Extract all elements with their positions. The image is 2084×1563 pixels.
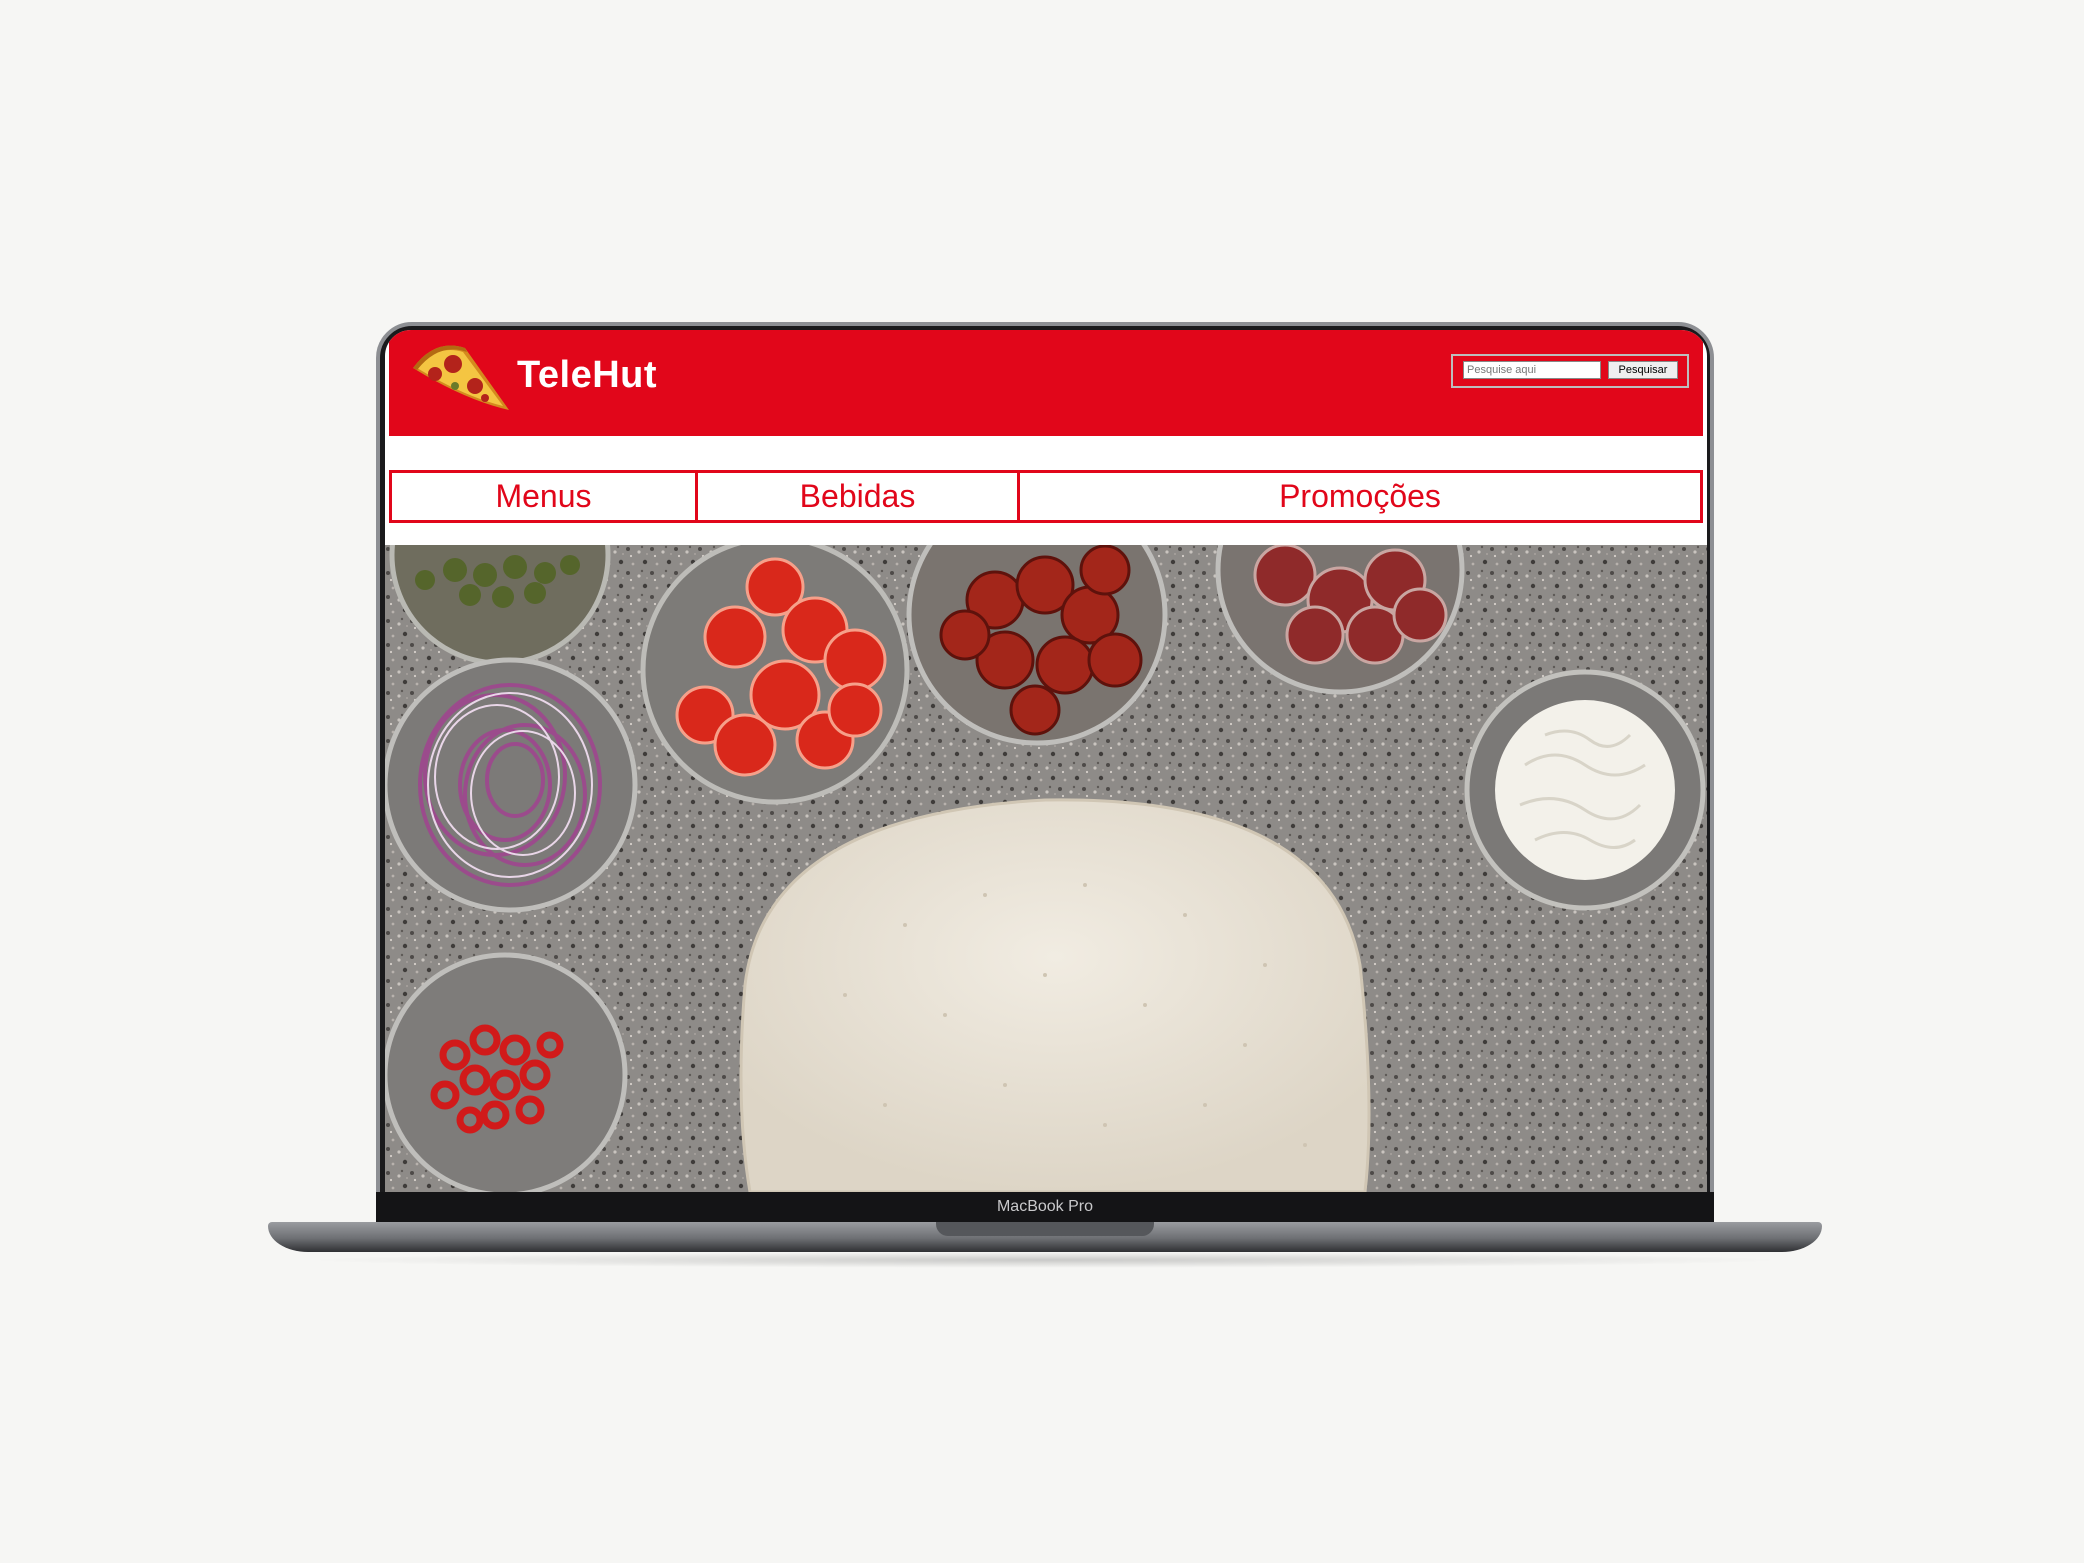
laptop-notch — [936, 1222, 1154, 1236]
laptop-base — [268, 1222, 1822, 1252]
nav-item-menus[interactable]: Menus — [389, 470, 698, 523]
laptop-shadow — [300, 1252, 1790, 1268]
nav-item-bebidas[interactable]: Bebidas — [695, 470, 1020, 523]
nav-item-promocoes[interactable]: Promoções — [1017, 470, 1703, 523]
search-input[interactable] — [1463, 361, 1601, 379]
device-label: MacBook Pro — [996, 1198, 1094, 1215]
laptop-screen: TeleHut Pesquisar Menus Bebidas Promoçõe… — [385, 330, 1707, 1192]
pizza-ingredients-photo — [385, 545, 1707, 1192]
site-header: TeleHut Pesquisar — [389, 330, 1703, 436]
search-button[interactable]: Pesquisar — [1608, 361, 1678, 379]
pizza-slice-icon[interactable] — [405, 338, 515, 416]
search-form: Pesquisar — [1451, 354, 1689, 388]
main-nav: Menus Bebidas Promoções — [389, 470, 1703, 523]
hero-image — [385, 545, 1707, 1192]
laptop-bezel: MacBook Pro — [376, 1192, 1714, 1222]
brand-name[interactable]: TeleHut — [517, 354, 657, 397]
